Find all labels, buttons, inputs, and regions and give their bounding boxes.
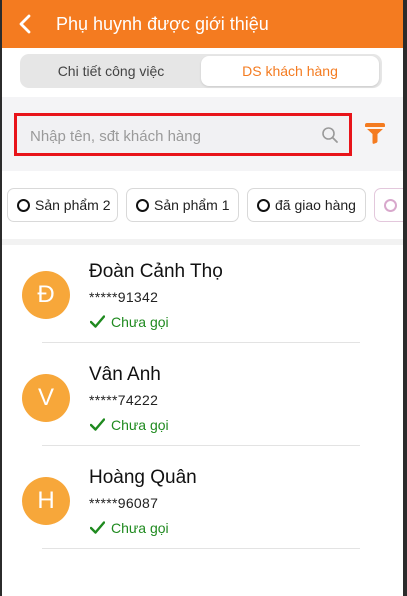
customer-list-item[interactable]: H Hoàng Quân *****96087 Chưa gọi: [0, 452, 407, 554]
search-input[interactable]: [28, 124, 322, 148]
window-frame-left: [0, 0, 2, 596]
filter-funnel-icon[interactable]: [364, 121, 386, 145]
customer-phone: *****74222: [89, 392, 159, 408]
customer-list-item[interactable]: Đ Đoàn Cảnh Thọ *****91342 Chưa gọi: [0, 246, 407, 348]
radio-circle-icon: [136, 199, 149, 212]
page-title: Phụ huynh được giới thiệu: [56, 14, 269, 34]
tab-customer-list[interactable]: DS khách hàng: [201, 56, 379, 86]
radio-circle-icon: [17, 199, 30, 212]
avatar: H: [22, 477, 70, 525]
radio-circle-icon: [257, 199, 270, 212]
customer-name: Đoàn Cảnh Thọ: [89, 261, 223, 282]
segmented-tabs: Chi tiết công việc DS khách hàng: [20, 54, 382, 88]
check-icon: [90, 521, 105, 534]
window-frame-right: [403, 0, 407, 596]
tab-job-details[interactable]: Chi tiết công việc: [22, 56, 200, 86]
filter-chip-delivered[interactable]: đã giao hàng: [247, 188, 366, 222]
section-separator: [0, 239, 407, 245]
divider: [42, 342, 360, 343]
status-text: Chưa gọi: [111, 417, 169, 433]
call-status: Chưa gọi: [90, 417, 169, 433]
chevron-left-icon[interactable]: [14, 12, 38, 36]
chip-label: đã giao hàng: [275, 197, 356, 213]
call-status: Chưa gọi: [90, 520, 169, 536]
divider: [42, 445, 360, 446]
customer-name: Hoàng Quân: [89, 467, 197, 488]
customer-name: Vân Anh: [89, 364, 161, 385]
radio-circle-icon: [384, 199, 397, 212]
check-icon: [90, 418, 105, 431]
call-status: Chưa gọi: [90, 314, 169, 330]
check-icon: [90, 315, 105, 328]
status-text: Chưa gọi: [111, 314, 169, 330]
customer-phone: *****91342: [89, 289, 159, 305]
search-icon[interactable]: [321, 126, 339, 144]
chip-label: Sản phẩm 1: [154, 197, 230, 213]
divider: [42, 548, 360, 549]
status-text: Chưa gọi: [111, 520, 169, 536]
customer-list-item[interactable]: V Vân Anh *****74222 Chưa gọi: [0, 349, 407, 451]
avatar: Đ: [22, 271, 70, 319]
search-box: [14, 113, 352, 156]
app-header: Phụ huynh được giới thiệu: [0, 0, 407, 48]
filter-chip-product-1[interactable]: Sản phẩm 1: [126, 188, 239, 222]
filter-chip-product-2[interactable]: Sản phẩm 2: [7, 188, 118, 222]
customer-phone: *****96087: [89, 495, 159, 511]
avatar: V: [22, 374, 70, 422]
chip-label: Sản phẩm 2: [35, 197, 111, 213]
